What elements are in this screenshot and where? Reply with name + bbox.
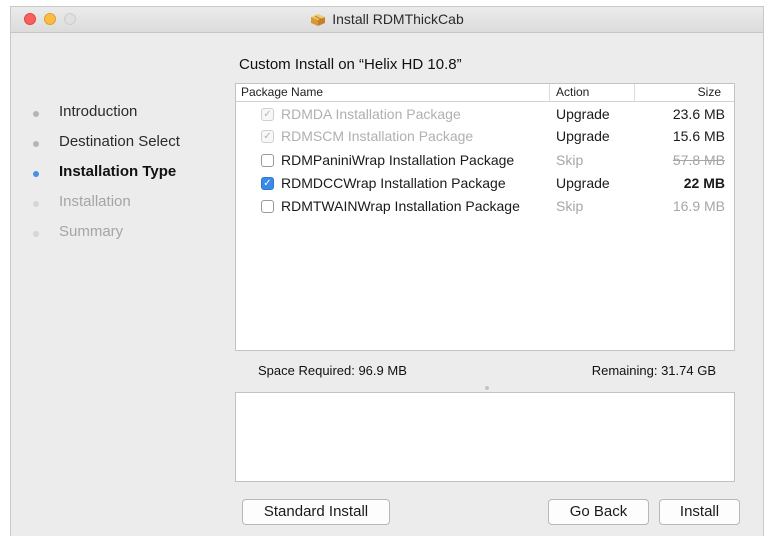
column-header-size[interactable]: Size <box>698 85 721 99</box>
package-size: 23.6 MB <box>672 106 725 122</box>
package-checkbox: ✓ <box>261 108 274 121</box>
column-header-package-name[interactable]: Package Name <box>241 85 323 99</box>
package-checkbox: ✓ <box>261 130 274 143</box>
package-action: Upgrade <box>556 128 610 144</box>
table-row[interactable]: ✓ RDMDCCWrap Installation Package Upgrad… <box>236 173 734 195</box>
step-label: Installation <box>59 193 131 210</box>
package-name: RDMDA Installation Package <box>281 106 461 122</box>
window-title-area: Install RDMThickCab <box>11 11 763 27</box>
step-installation: Installation <box>11 193 236 223</box>
column-header-action[interactable]: Action <box>556 85 589 99</box>
package-checkbox[interactable] <box>261 200 274 213</box>
installer-window: Install RDMThickCab Introduction Destina… <box>10 6 764 536</box>
package-icon <box>311 14 326 26</box>
package-size: 16.9 MB <box>672 198 725 214</box>
package-size: 57.8 MB <box>672 152 725 168</box>
installer-steps: Introduction Destination Select Installa… <box>11 103 236 253</box>
go-back-button[interactable]: Go Back <box>548 499 649 525</box>
package-size: 22 MB <box>683 175 725 191</box>
package-action: Upgrade <box>556 106 610 122</box>
step-bullet <box>33 111 39 117</box>
package-checkbox[interactable]: ✓ <box>261 177 274 190</box>
space-remaining: Remaining: 31.74 GB <box>591 363 716 378</box>
step-bullet-current <box>33 171 39 177</box>
package-size: 15.6 MB <box>672 128 725 144</box>
step-destination-select: Destination Select <box>11 133 236 163</box>
space-required: Space Required: 96.9 MB <box>258 363 407 378</box>
package-action: Skip <box>556 152 584 168</box>
package-name: RDMSCM Installation Package <box>281 128 474 144</box>
table-header: Package Name Action Size <box>236 84 734 102</box>
package-checkbox[interactable] <box>261 154 274 167</box>
package-action: Upgrade <box>556 175 610 191</box>
step-installation-type: Installation Type <box>11 163 236 193</box>
column-divider <box>634 84 635 101</box>
install-button[interactable]: Install <box>659 499 740 525</box>
page-title: Custom Install on “Helix HD 10.8” <box>239 56 462 73</box>
step-bullet <box>33 201 39 207</box>
table-row[interactable]: RDMPaniniWrap Installation Package Skip … <box>236 150 734 172</box>
step-bullet <box>33 231 39 237</box>
step-label: Summary <box>59 223 124 240</box>
step-introduction: Introduction <box>11 103 236 133</box>
step-bullet <box>33 141 39 147</box>
package-table: Package Name Action Size ✓ RDMDA Install… <box>235 83 735 351</box>
package-description-area <box>235 392 735 482</box>
package-name: RDMTWAINWrap Installation Package <box>281 198 520 214</box>
package-action: Skip <box>556 198 584 214</box>
window-title: Install RDMThickCab <box>332 11 464 27</box>
step-summary: Summary <box>11 223 236 253</box>
package-name: RDMPaniniWrap Installation Package <box>281 152 515 168</box>
step-label: Introduction <box>59 103 138 120</box>
standard-install-button[interactable]: Standard Install <box>242 499 390 525</box>
table-row: ✓ RDMSCM Installation Package Upgrade 15… <box>236 126 734 148</box>
column-divider <box>549 84 550 101</box>
package-name: RDMDCCWrap Installation Package <box>281 175 506 191</box>
table-row: ✓ RDMDA Installation Package Upgrade 23.… <box>236 104 734 126</box>
table-row[interactable]: RDMTWAINWrap Installation Package Skip 1… <box>236 196 734 218</box>
title-bar: Install RDMThickCab <box>11 7 763 33</box>
step-label: Destination Select <box>59 133 180 150</box>
split-resize-handle[interactable] <box>485 386 489 390</box>
step-label: Installation Type <box>59 163 177 180</box>
